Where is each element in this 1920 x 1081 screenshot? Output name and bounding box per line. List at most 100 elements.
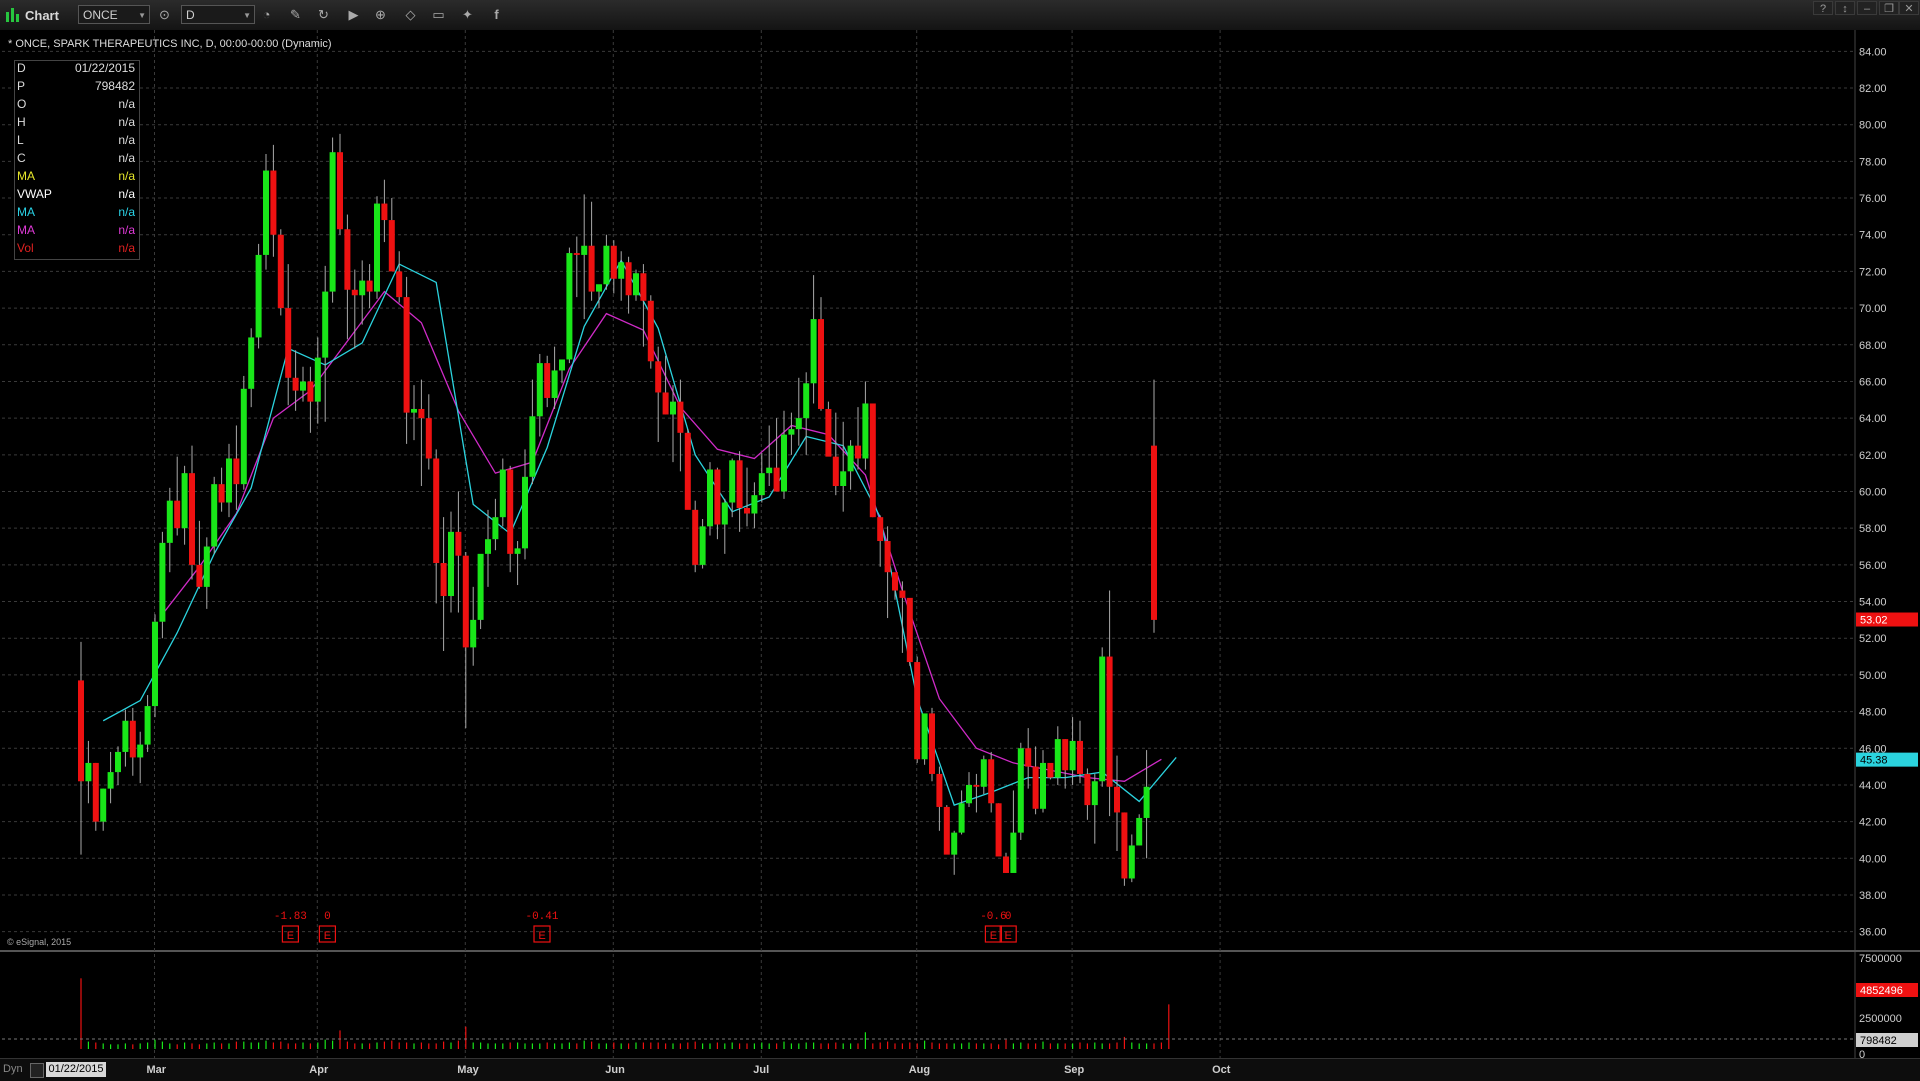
minimize-icon[interactable]: – xyxy=(1857,1,1877,15)
candle-down[interactable] xyxy=(1032,766,1039,809)
candle-up[interactable] xyxy=(551,370,558,398)
candle-down[interactable] xyxy=(662,392,669,415)
candle-down[interactable] xyxy=(625,262,632,296)
candle-up[interactable] xyxy=(159,542,166,622)
candle-up[interactable] xyxy=(300,381,306,391)
candle-up[interactable] xyxy=(329,152,336,292)
comment-icon[interactable]: ▭ xyxy=(430,6,447,23)
candle-down[interactable] xyxy=(884,541,891,573)
candle-up[interactable] xyxy=(166,500,173,543)
candle-up[interactable] xyxy=(263,170,269,255)
candle-down[interactable] xyxy=(973,784,980,787)
candle-down[interactable] xyxy=(337,152,343,230)
candle-up[interactable] xyxy=(670,401,676,415)
candle-down[interactable] xyxy=(936,773,943,807)
refresh-icon[interactable]: ↻ xyxy=(315,6,332,23)
candle-down[interactable] xyxy=(233,458,240,485)
candle-up[interactable] xyxy=(966,784,972,804)
chevron-down-icon[interactable]: ▼ xyxy=(138,6,146,25)
candle-up[interactable] xyxy=(810,319,817,384)
candle-down[interactable] xyxy=(677,401,684,433)
candle-up[interactable] xyxy=(1128,845,1135,879)
candle-up[interactable] xyxy=(633,273,639,296)
candle-down[interactable] xyxy=(869,403,876,518)
candle-down[interactable] xyxy=(351,289,358,296)
candle-down[interactable] xyxy=(929,713,935,774)
candle-up[interactable] xyxy=(137,744,144,758)
candle-down[interactable] xyxy=(855,445,861,459)
candle-down[interactable] xyxy=(285,308,292,378)
candle-up[interactable] xyxy=(499,469,506,518)
candle-up[interactable] xyxy=(840,471,847,486)
candle-down[interactable] xyxy=(640,273,647,301)
candle-down[interactable] xyxy=(943,806,950,855)
candle-down[interactable] xyxy=(1077,740,1083,774)
candle-down[interactable] xyxy=(307,381,314,402)
candle-up[interactable] xyxy=(255,254,262,338)
candle-up[interactable] xyxy=(477,553,484,620)
candle-down[interactable] xyxy=(647,300,654,362)
close-icon[interactable]: ✕ xyxy=(1899,1,1919,15)
candle-down[interactable] xyxy=(832,456,839,486)
candle-up[interactable] xyxy=(729,460,736,503)
pencil-icon[interactable]: ✎ xyxy=(287,6,304,23)
candle-up[interactable] xyxy=(707,469,713,527)
candle-up[interactable] xyxy=(322,291,329,358)
candle-down[interactable] xyxy=(425,418,432,459)
candle-up[interactable] xyxy=(1136,817,1143,846)
candle-up[interactable] xyxy=(203,546,210,587)
candle-down[interactable] xyxy=(433,458,440,564)
candle-down[interactable] xyxy=(692,509,699,565)
candle-down[interactable] xyxy=(277,234,284,309)
candle-down[interactable] xyxy=(714,469,721,525)
candle-down[interactable] xyxy=(1106,656,1113,787)
candle-up[interactable] xyxy=(958,803,965,833)
candle-down[interactable] xyxy=(1114,786,1120,813)
price-chart[interactable]: 84.00 82.00 80.00 78.00 76.00 74.00 72.00 70.00… xyxy=(0,30,1920,1058)
twitter-icon[interactable]: ✦ xyxy=(459,6,476,23)
candle-down[interactable] xyxy=(396,271,403,298)
candle-up[interactable] xyxy=(581,245,588,255)
candle-down[interactable] xyxy=(1084,773,1091,806)
candle-up[interactable] xyxy=(1017,748,1024,833)
candle-down[interactable] xyxy=(736,460,743,509)
candle-down[interactable] xyxy=(877,517,884,542)
candle-up[interactable] xyxy=(699,526,706,565)
candle-down[interactable] xyxy=(825,408,832,457)
interval-input[interactable]: D ▼ xyxy=(181,5,255,24)
candle-down[interactable] xyxy=(892,572,898,591)
candle-up[interactable] xyxy=(847,445,854,472)
candle-up[interactable] xyxy=(314,357,321,402)
candle-down[interactable] xyxy=(995,803,1002,857)
candle-up[interactable] xyxy=(448,531,454,597)
candle-up[interactable] xyxy=(226,458,232,503)
candle-up[interactable] xyxy=(1091,781,1098,806)
candle-up[interactable] xyxy=(766,467,773,474)
candle-up[interactable] xyxy=(522,476,528,549)
candle-up[interactable] xyxy=(485,539,491,554)
candle-down[interactable] xyxy=(1151,445,1157,620)
candle-up[interactable] xyxy=(1099,656,1106,782)
candle-down[interactable] xyxy=(129,720,136,758)
candle-up[interactable] xyxy=(181,473,188,529)
candle-up[interactable] xyxy=(1010,832,1017,873)
candle-up[interactable] xyxy=(862,403,869,459)
candle-up[interactable] xyxy=(514,548,521,554)
candle-up[interactable] xyxy=(470,619,477,648)
candle-up[interactable] xyxy=(951,832,958,855)
candle-up[interactable] xyxy=(781,434,787,492)
candle-down[interactable] xyxy=(906,597,913,663)
candle-up[interactable] xyxy=(536,363,543,417)
candle-down[interactable] xyxy=(189,473,195,565)
candle-down[interactable] xyxy=(92,762,99,822)
candle-down[interactable] xyxy=(914,662,921,760)
candle-down[interactable] xyxy=(988,759,995,804)
candle-up[interactable] xyxy=(248,337,255,389)
candle-up[interactable] xyxy=(795,418,802,430)
clock-icon[interactable]: ◔ xyxy=(258,6,275,23)
candle-down[interactable] xyxy=(610,245,617,279)
candle-up[interactable] xyxy=(211,484,218,547)
candle-up[interactable] xyxy=(359,280,366,296)
candle-down[interactable] xyxy=(78,680,84,782)
candle-up[interactable] xyxy=(85,762,92,782)
